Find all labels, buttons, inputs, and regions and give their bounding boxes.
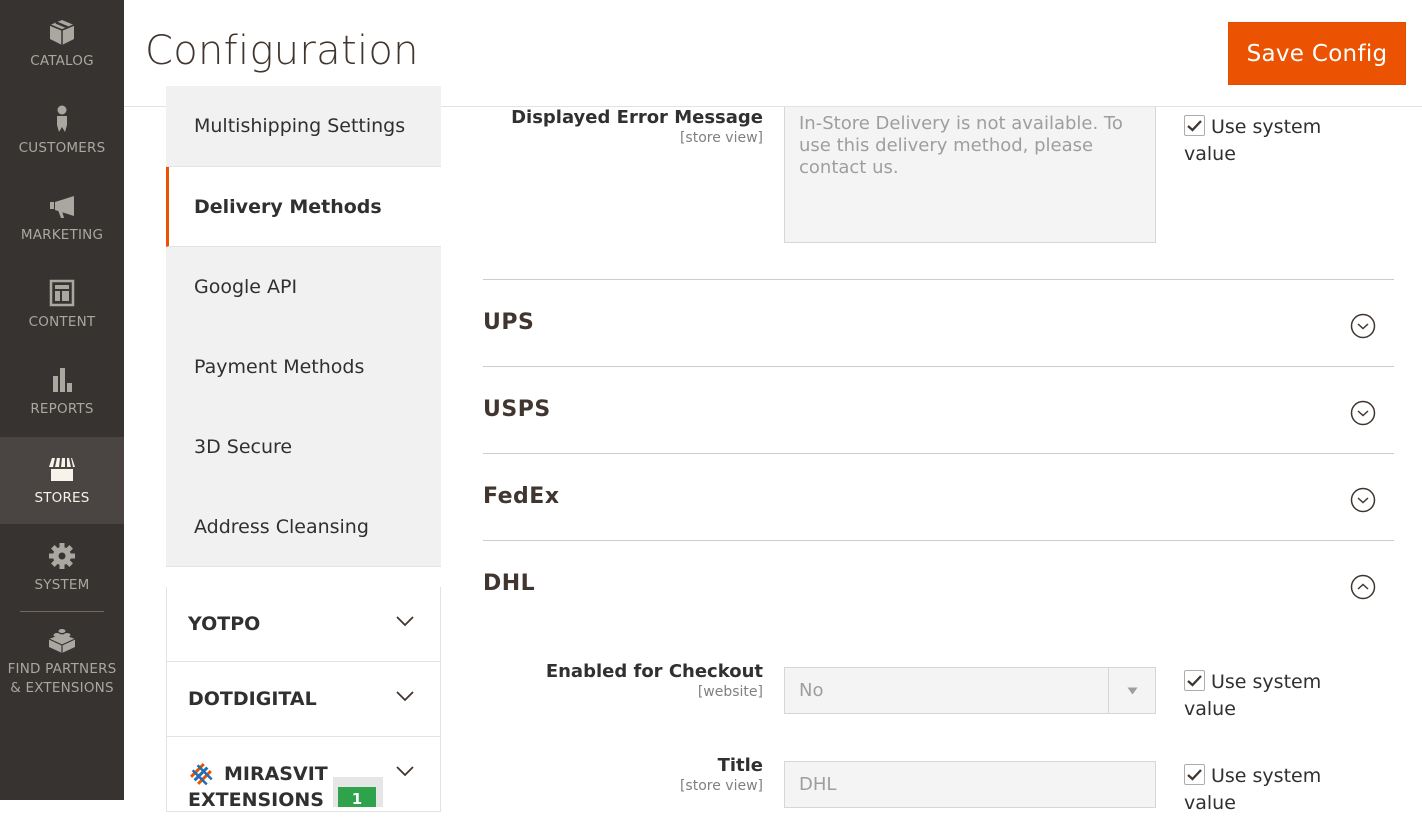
group-label: DOTDIGITAL xyxy=(188,688,317,710)
gear-icon xyxy=(49,543,75,569)
nav-label: SYSTEM xyxy=(34,577,90,593)
nav-item-catalog[interactable]: CATALOG xyxy=(0,0,124,87)
storefront-icon xyxy=(49,457,75,481)
checkbox-checked-icon xyxy=(1184,764,1205,785)
chevron-down-icon xyxy=(396,691,414,702)
dropdown-arrow-icon xyxy=(1108,668,1155,713)
nav-label: REPORTS xyxy=(30,401,94,417)
tab-multishipping-settings[interactable]: Multishipping Settings xyxy=(166,86,441,167)
section-fedex[interactable]: FedEx xyxy=(483,453,1394,540)
enabled-for-checkout-select[interactable]: No xyxy=(784,667,1156,714)
nav-label: MARKETING xyxy=(20,227,104,243)
tab-label: 3D Secure xyxy=(194,436,293,458)
field-label-enabled-for-checkout: Enabled for Checkout xyxy=(545,661,763,682)
checkbox-checked-icon xyxy=(1184,670,1205,691)
tab-label: Delivery Methods xyxy=(194,195,382,218)
input-value: DHL xyxy=(799,774,837,795)
tab-address-cleansing[interactable]: Address Cleansing xyxy=(166,487,441,567)
mirasvit-logo-icon xyxy=(189,763,213,786)
group-yotpo[interactable]: YOTPO xyxy=(166,587,441,662)
nav-item-find-partners[interactable]: FIND PARTNERS & EXTENSIONS xyxy=(0,612,124,699)
tab-label: Address Cleansing xyxy=(194,515,369,538)
tab-payment-methods[interactable]: Payment Methods xyxy=(166,327,441,407)
use-system-value-checkbox[interactable]: Use system value xyxy=(1184,669,1344,723)
admin-sidebar: CATALOG CUSTOMERS MARKETING CONTENT REPO… xyxy=(0,0,124,800)
group-dotdigital[interactable]: DOTDIGITAL xyxy=(166,662,441,737)
title-input[interactable]: DHL xyxy=(784,761,1156,808)
tab-delivery-methods[interactable]: Delivery Methods xyxy=(166,167,441,247)
error-message-textarea[interactable]: In-Store Delivery is not available. To u… xyxy=(784,107,1156,243)
checkbox-checked-icon xyxy=(1184,115,1205,136)
group-label: MIRASVIT xyxy=(224,763,328,785)
use-system-value-checkbox[interactable]: Use system value xyxy=(1184,763,1344,817)
tab-label: Google API xyxy=(194,276,298,298)
field-scope: [store view] xyxy=(679,130,763,146)
section-ups[interactable]: UPS xyxy=(483,279,1394,366)
field-label-error-message: Displayed Error Message xyxy=(511,107,763,128)
bar-chart-icon xyxy=(53,368,72,392)
box-icon xyxy=(49,20,75,45)
select-value: No xyxy=(799,680,824,701)
chevron-down-icon xyxy=(396,616,414,627)
layout-icon xyxy=(49,279,75,307)
config-form: Displayed Error Message [store view] In-… xyxy=(441,107,1422,814)
nav-item-customers[interactable]: CUSTOMERS xyxy=(0,87,124,174)
megaphone-icon xyxy=(50,196,74,218)
person-icon xyxy=(57,105,67,132)
section-title: FedEx xyxy=(483,484,560,509)
section-title: USPS xyxy=(483,397,551,422)
field-label-title: Title xyxy=(717,755,763,776)
nav-label-line1: FIND PARTNERS xyxy=(7,661,117,677)
badge-count: 1 xyxy=(338,787,376,808)
field-scope: [website] xyxy=(697,684,763,700)
lego-brick-icon xyxy=(48,629,76,653)
nav-item-stores[interactable]: STORES xyxy=(0,437,124,524)
nav-label: CUSTOMERS xyxy=(18,140,106,156)
nav-label: STORES xyxy=(34,490,90,506)
tab-google-api[interactable]: Google API xyxy=(166,247,441,327)
config-tabs: Multishipping Settings Delivery Methods … xyxy=(166,86,441,812)
notification-badge: 1 xyxy=(333,777,383,808)
nav-item-marketing[interactable]: MARKETING xyxy=(0,174,124,261)
section-title: DHL xyxy=(483,571,536,596)
section-title: UPS xyxy=(483,310,535,335)
tab-label: Multishipping Settings xyxy=(194,115,406,137)
nav-item-content[interactable]: CONTENT xyxy=(0,261,124,348)
use-system-value-checkbox[interactable]: Use system value xyxy=(1184,114,1344,168)
tab-label: Payment Methods xyxy=(194,356,365,378)
field-scope: [store view] xyxy=(679,778,763,794)
expand-circle-down-icon xyxy=(1350,400,1376,426)
section-usps[interactable]: USPS xyxy=(483,366,1394,453)
expand-circle-down-icon xyxy=(1350,487,1376,513)
section-dhl[interactable]: DHL xyxy=(483,540,1394,627)
group-mirasvit-extensions[interactable]: MIRASVIT EXTENSIONS 1 xyxy=(166,737,441,812)
group-label-line2: EXTENSIONS xyxy=(188,789,324,811)
chevron-down-icon xyxy=(396,766,414,777)
nav-item-reports[interactable]: REPORTS xyxy=(0,348,124,435)
tab-3d-secure[interactable]: 3D Secure xyxy=(166,407,441,487)
group-label: YOTPO xyxy=(188,613,261,635)
collapse-circle-up-icon xyxy=(1350,574,1376,600)
expand-circle-down-icon xyxy=(1350,313,1376,339)
page-title: Configuration xyxy=(145,28,419,74)
nav-item-system[interactable]: SYSTEM xyxy=(0,524,124,611)
nav-label: CONTENT xyxy=(28,314,96,330)
nav-label-line2: & EXTENSIONS xyxy=(10,680,114,696)
nav-label: CATALOG xyxy=(30,53,94,69)
save-config-button[interactable]: Save Config xyxy=(1228,22,1406,85)
